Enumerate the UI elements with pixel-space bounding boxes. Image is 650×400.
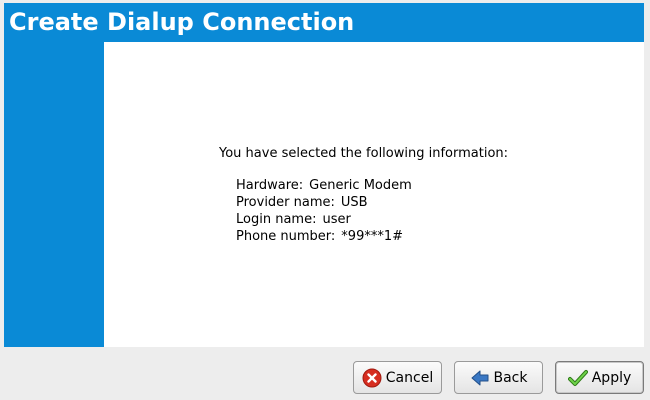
detail-label: Login name: [236, 212, 317, 227]
checkmark-icon [567, 368, 588, 388]
back-arrow-icon [470, 368, 490, 388]
detail-label: Phone number: [236, 229, 336, 244]
detail-value: *99***1# [341, 229, 404, 244]
apply-button-label: Apply [591, 369, 632, 386]
detail-row-hardware: Hardware: Generic Modem [236, 177, 412, 194]
detail-label: Provider name: [236, 195, 335, 210]
cancel-button-label: Cancel [385, 369, 434, 386]
dialog-title: Create Dialup Connection [4, 3, 644, 42]
detail-row-provider: Provider name: USB [236, 194, 412, 211]
cancel-button[interactable]: Cancel [353, 361, 442, 394]
back-button[interactable]: Back [454, 361, 543, 394]
detail-value: user [322, 212, 351, 227]
dialog-window: Create Dialup Connection You have select… [0, 0, 650, 400]
summary-text: You have selected the following informat… [219, 146, 509, 161]
details-list: Hardware: Generic Modem Provider name: USB… [236, 177, 412, 245]
detail-value: USB [340, 195, 368, 210]
detail-value: Generic Modem [309, 178, 412, 193]
cancel-icon [362, 368, 382, 388]
content-panel: You have selected the following informat… [104, 42, 644, 347]
sidebar-panel [4, 42, 104, 347]
back-button-label: Back [493, 369, 528, 386]
detail-label: Hardware: [236, 178, 304, 193]
apply-button[interactable]: Apply [555, 361, 644, 394]
detail-row-login: Login name: user [236, 211, 412, 228]
detail-row-phone: Phone number: *99***1# [236, 228, 412, 245]
